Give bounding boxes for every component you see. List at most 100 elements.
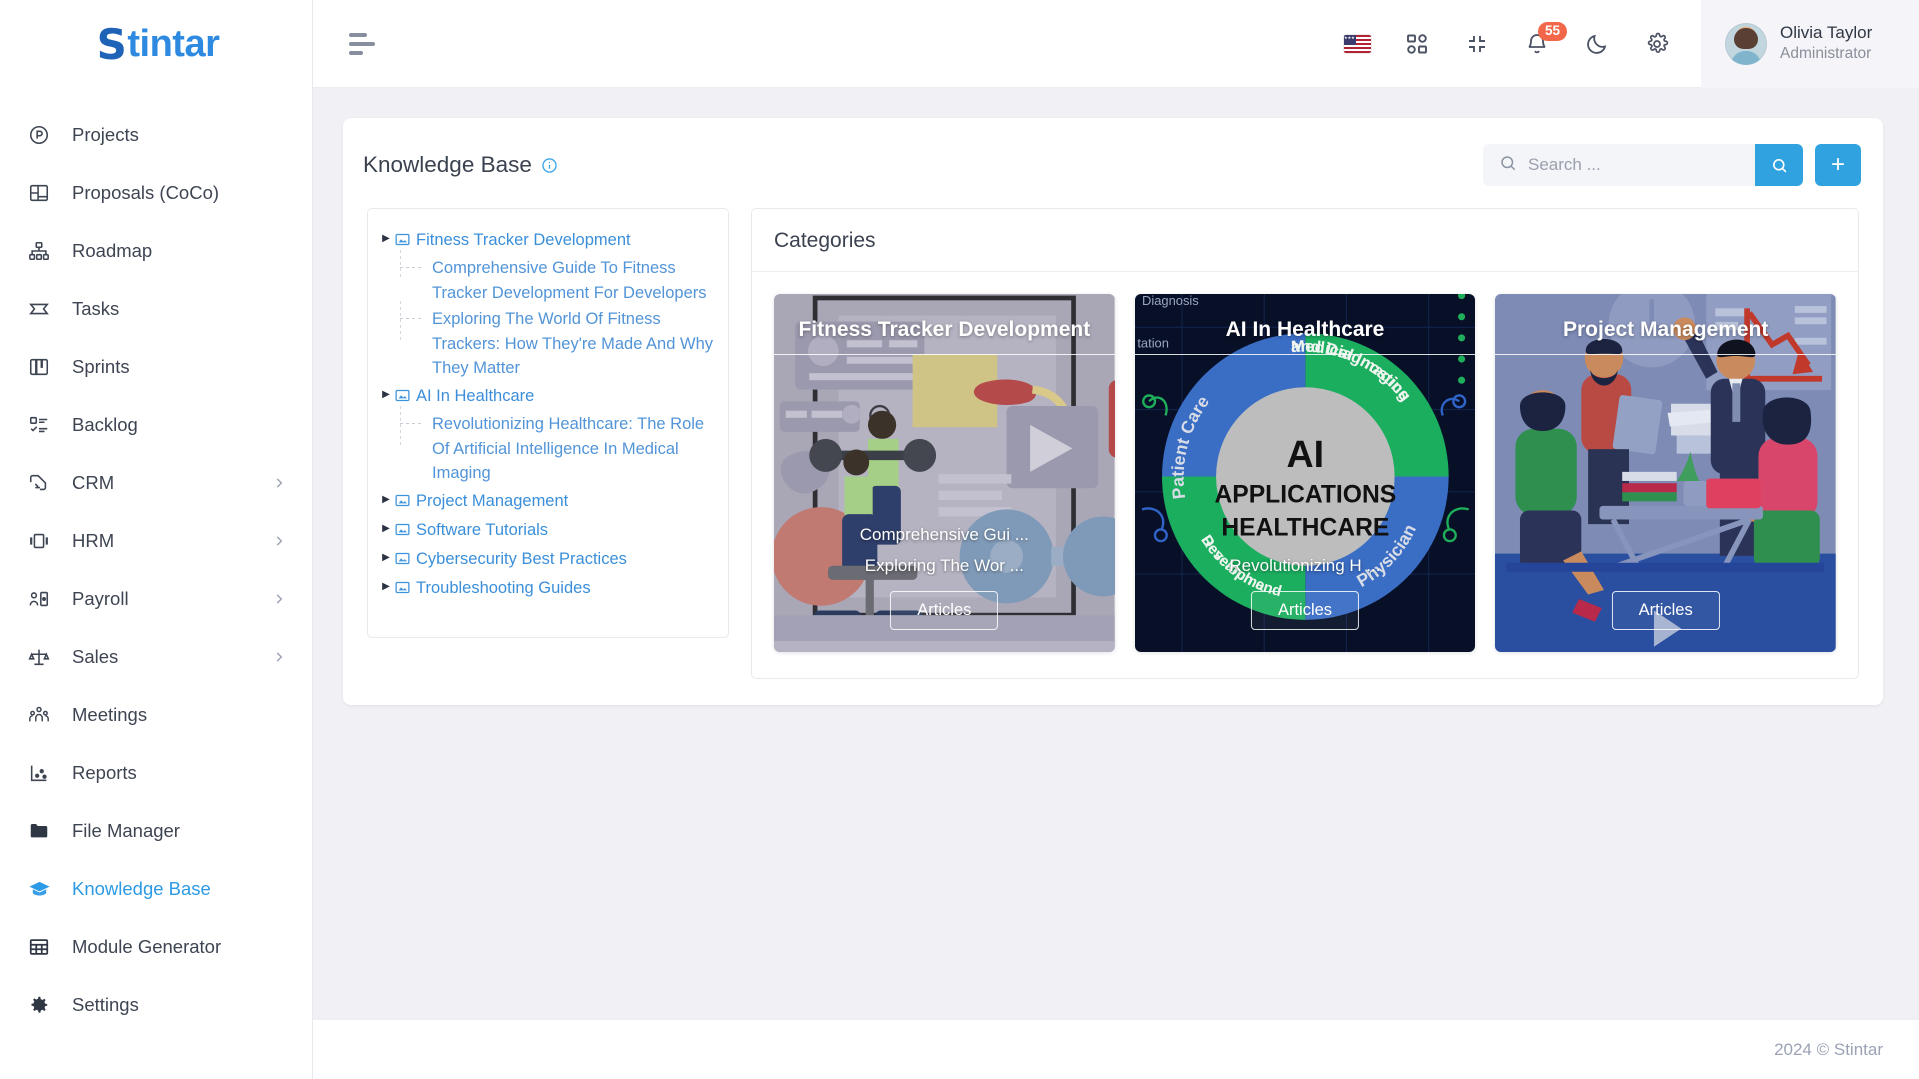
sidebar-item-meetings[interactable]: Meetings <box>0 686 312 744</box>
tree-child-label[interactable]: Exploring The World Of Fitness Trackers:… <box>432 305 718 381</box>
user-profile-menu[interactable]: Olivia Taylor Administrator <box>1701 0 1919 88</box>
tree-node[interactable]: ▶ Project Management <box>378 486 718 515</box>
add-article-button[interactable]: + <box>1815 144 1861 186</box>
board-icon <box>28 355 58 379</box>
sidebar-item-label: CRM <box>72 472 115 493</box>
tree-node[interactable]: ▶ AI In Healthcare <box>378 381 718 410</box>
sidebar-item-label: Tasks <box>72 298 120 319</box>
sidebar-item-knowledge-base[interactable]: Knowledge Base <box>0 860 312 918</box>
sidebar-item-reports[interactable]: Reports <box>0 744 312 802</box>
sidebar-item-file-manager[interactable]: File Manager <box>0 802 312 860</box>
panel-body: ▶ Fitness Tracker Development Comprehens… <box>343 208 1883 679</box>
language-flag-us-icon[interactable]: ★★★ <box>1327 14 1387 74</box>
apps-grid-icon[interactable] <box>1387 14 1447 74</box>
chevron-right-icon <box>272 592 286 606</box>
content-wrapper: Knowledge Base Search ... + ▶ Fitness Tr… <box>313 88 1919 1079</box>
search-input[interactable] <box>1528 155 1743 175</box>
chevron-right-icon <box>272 650 286 664</box>
card-link[interactable]: Comprehensive Gui ... <box>860 525 1029 545</box>
hamburger-icon[interactable] <box>349 32 375 55</box>
tree-node[interactable]: ▶ Cybersecurity Best Practices <box>378 544 718 573</box>
sidebar-item-label: Meetings <box>72 704 148 725</box>
tree-node-label[interactable]: Fitness Tracker Development <box>416 226 631 253</box>
tree-node[interactable]: ▶ Troubleshooting Guides <box>378 573 718 602</box>
sidebar-item-projects[interactable]: Projects <box>0 106 312 164</box>
sidebar-item-roadmap[interactable]: Roadmap <box>0 222 312 280</box>
sidebar-item-label: Payroll <box>72 588 129 609</box>
sidebar-item-sales[interactable]: Sales <box>0 628 312 686</box>
tree-node-label[interactable]: Project Management <box>416 487 568 514</box>
ticket-icon <box>28 297 58 321</box>
tree-node-label[interactable]: Software Tutorials <box>416 516 548 543</box>
sidebar-item-sprints[interactable]: Sprints <box>0 338 312 396</box>
category-card-fitness-tracker-development[interactable]: Fitness Tracker Development Comprehensiv… <box>774 294 1115 652</box>
sidebar-item-settings[interactable]: Settings <box>0 976 312 1034</box>
sidebar-item-label: Module Generator <box>72 936 222 957</box>
page-title-text: Knowledge Base <box>363 152 532 177</box>
sidebar-nav: Projects Proposals (CoCo) Roadmap Tasks … <box>0 88 312 1079</box>
expand-arrow-icon[interactable]: ▶ <box>378 382 394 400</box>
search-submit-button[interactable] <box>1755 144 1803 186</box>
sidebar-item-payroll[interactable]: Payroll <box>0 570 312 628</box>
tree-child-item[interactable]: Revolutionizing Healthcare: The Role Of … <box>378 405 718 486</box>
categories-panel: Categories Fitness Tracker Development C… <box>751 208 1859 679</box>
chevron-right-icon <box>272 534 286 548</box>
tree-connector <box>394 249 432 305</box>
tree-node-label[interactable]: Cybersecurity Best Practices <box>416 545 627 572</box>
search-group <box>1483 144 1803 186</box>
card-articles-button[interactable]: Articles <box>1611 591 1720 630</box>
dark-mode-moon-icon[interactable] <box>1567 14 1627 74</box>
tree-node-label[interactable]: AI In Healthcare <box>416 382 534 409</box>
tree-connector <box>394 301 432 381</box>
sidebar-item-label: Proposals (CoCo) <box>72 182 220 203</box>
copyright-text: 2024 © Stintar <box>1774 1039 1883 1059</box>
sidebar-item-proposals[interactable]: Proposals (CoCo) <box>0 164 312 222</box>
info-icon[interactable] <box>541 157 558 174</box>
chevron-right-icon <box>272 476 286 490</box>
tree-connector <box>394 405 432 486</box>
checklist-icon <box>28 413 58 437</box>
sidebar-item-crm[interactable]: CRM <box>0 454 312 512</box>
expand-arrow-icon[interactable]: ▶ <box>378 545 394 563</box>
expand-arrow-icon[interactable]: ▶ <box>378 516 394 534</box>
topbar-icons: ★★★ 55 <box>1327 14 1701 74</box>
tree-child-item[interactable]: Comprehensive Guide To Fitness Tracker D… <box>378 249 718 305</box>
expand-arrow-icon[interactable]: ▶ <box>378 574 394 592</box>
tree-child-label[interactable]: Revolutionizing Healthcare: The Role Of … <box>432 410 718 486</box>
tree-node[interactable]: ▶ Fitness Tracker Development <box>378 225 718 254</box>
expand-arrow-icon[interactable]: ▶ <box>378 487 394 505</box>
card-articles-button[interactable]: Articles <box>890 591 999 630</box>
sidebar-item-tasks[interactable]: Tasks <box>0 280 312 338</box>
settings-gear-icon[interactable] <box>1627 14 1687 74</box>
user-name: Olivia Taylor <box>1780 23 1873 43</box>
sidebar-item-label: Sales <box>72 646 119 667</box>
sidebar-item-label: File Manager <box>72 820 180 841</box>
panel-header: Knowledge Base Search ... + <box>343 118 1883 208</box>
brand-logo[interactable]: Stintar <box>0 0 312 88</box>
tree-node-label[interactable]: Troubleshooting Guides <box>416 574 591 601</box>
page-title: Knowledge Base <box>363 152 558 178</box>
card-link[interactable]: Exploring The Wor ... <box>865 556 1024 576</box>
sidebar-item-module-generator[interactable]: Module Generator <box>0 918 312 976</box>
scales-icon <box>28 645 58 669</box>
tree-node[interactable]: ▶ Software Tutorials <box>378 515 718 544</box>
topbar: ★★★ 55 Olivia Taylor Administrator <box>313 0 1919 88</box>
category-card-ai-in-healthcare[interactable]: Diagnosis tation Medical Imaging and Dia… <box>1134 294 1476 652</box>
categories-heading: Categories <box>752 209 1858 272</box>
expand-arrow-icon[interactable]: ▶ <box>378 226 394 244</box>
notifications-bell-icon[interactable]: 55 <box>1507 14 1568 74</box>
card-articles-button[interactable]: Articles <box>1250 591 1360 630</box>
footer: 2024 © Stintar <box>313 1019 1919 1079</box>
sidebar-item-backlog[interactable]: Backlog <box>0 396 312 454</box>
search-box[interactable] <box>1483 144 1755 186</box>
card-links: Comprehensive Gui ... Exploring The Wor … <box>774 525 1115 576</box>
hierarchy-icon <box>28 239 58 263</box>
tree-child-item[interactable]: Exploring The World Of Fitness Trackers:… <box>378 301 718 381</box>
sidebar-item-hrm[interactable]: HRM <box>0 512 312 570</box>
category-card-project-management[interactable]: Project Management Articles <box>1495 294 1837 652</box>
search-icon <box>1499 154 1517 177</box>
tree-child-label[interactable]: Comprehensive Guide To Fitness Tracker D… <box>432 254 718 305</box>
sidebar-item-label: Backlog <box>72 414 138 435</box>
card-link[interactable]: Revolutionizing H ... <box>1229 556 1380 576</box>
collapse-fullscreen-icon[interactable] <box>1447 14 1507 74</box>
